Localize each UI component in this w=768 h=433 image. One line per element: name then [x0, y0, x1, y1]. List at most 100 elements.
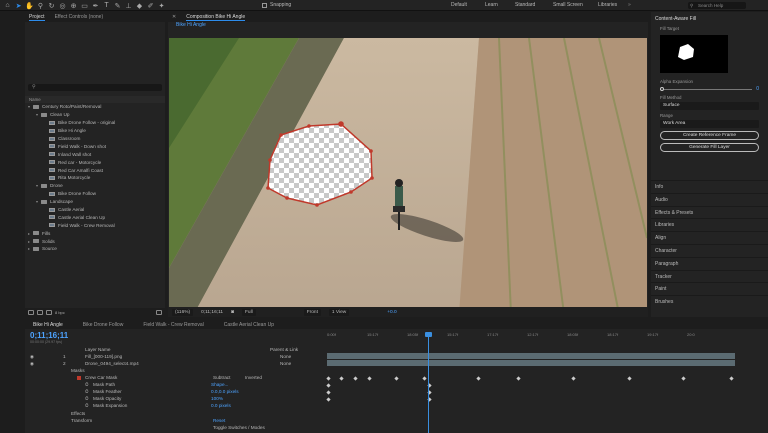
- range-select[interactable]: Work Area: [660, 120, 759, 128]
- rotate-tool-icon[interactable]: ↻: [47, 1, 56, 10]
- project-comp-item[interactable]: Inland Wall shot: [25, 150, 165, 158]
- project-comp-item[interactable]: Castle Aerial: [25, 206, 165, 214]
- visibility-icon[interactable]: ◉: [30, 361, 34, 367]
- project-comp-item[interactable]: Red car - Motorcycle: [25, 158, 165, 166]
- bit-depth-label[interactable]: 8 bpc: [55, 310, 65, 315]
- project-comp-item[interactable]: Bike Hi Angle: [25, 127, 165, 135]
- keyframe[interactable]: [339, 376, 344, 381]
- mask-color-swatch[interactable]: [77, 376, 81, 380]
- zoom-dropdown[interactable]: (116%): [172, 308, 194, 316]
- alpha-expansion-value[interactable]: 0: [756, 86, 759, 92]
- panel-brushes[interactable]: Brushes: [651, 295, 768, 308]
- puppet-tool-icon[interactable]: ✦: [157, 1, 166, 10]
- mask-property-row[interactable]: ⏱ Mask Path Shape...: [25, 382, 325, 389]
- layer-row-1[interactable]: ◉ 1 Fill_[000-119].png None: [25, 354, 325, 361]
- trash-icon[interactable]: [156, 310, 162, 315]
- timeline-tab-field-walk[interactable]: Field Walk - Crew Removal: [143, 322, 203, 328]
- effects-row[interactable]: Effects: [25, 411, 325, 418]
- keyframe[interactable]: [476, 376, 481, 381]
- zoom-tool-icon[interactable]: ⚲: [36, 1, 45, 10]
- create-reference-frame-button[interactable]: Create Reference Frame: [660, 131, 759, 140]
- rectangle-tool-icon[interactable]: ▭: [80, 1, 89, 10]
- alpha-expansion-slider[interactable]: [660, 86, 753, 91]
- stopwatch-icon[interactable]: ⏱: [85, 389, 89, 394]
- view-dropdown[interactable]: Front: [303, 308, 321, 316]
- keyframe[interactable]: [422, 376, 427, 381]
- layer-1-bar[interactable]: [327, 353, 735, 359]
- clone-stamp-tool-icon[interactable]: ⊥: [124, 1, 133, 10]
- workspace-default[interactable]: Default: [451, 2, 467, 8]
- selection-tool-icon[interactable]: ➤: [14, 1, 23, 10]
- pan-behind-tool-icon[interactable]: ⊕: [69, 1, 78, 10]
- mask-property-value[interactable]: 100%: [211, 396, 223, 401]
- keyframe[interactable]: [326, 383, 331, 388]
- panel-tracker[interactable]: Tracker: [651, 269, 768, 283]
- mask-property-value[interactable]: Shape...: [211, 382, 228, 387]
- keyframe[interactable]: [729, 376, 734, 381]
- layer-row-2[interactable]: ◉ 2 Drone_0494_select4.mp4 None: [25, 361, 325, 368]
- workspace-libraries[interactable]: Libraries: [598, 2, 617, 8]
- views-count-dropdown[interactable]: 1 View: [328, 308, 350, 316]
- timeline-tab-bike-hi-angle[interactable]: Bike Hi Angle: [33, 322, 63, 328]
- tab-project[interactable]: Project: [29, 14, 45, 21]
- keyframe[interactable]: [681, 376, 686, 381]
- comp-subtab-bike-hi-angle[interactable]: Bike Hi Angle: [176, 22, 206, 28]
- mask-row[interactable]: Crew Car Mask Subtract Inverted: [25, 375, 325, 382]
- transform-row[interactable]: Transform Reset: [25, 418, 325, 425]
- hand-tool-icon[interactable]: ✋: [25, 1, 34, 10]
- keyframe[interactable]: [367, 376, 372, 381]
- pen-tool-icon[interactable]: ✒: [91, 1, 100, 10]
- layer-1-name[interactable]: Fill_[000-119].png: [85, 354, 122, 359]
- panel-audio[interactable]: Audio: [651, 192, 768, 206]
- home-icon[interactable]: ⌂: [3, 1, 12, 10]
- snapping-checkbox[interactable]: [262, 2, 267, 8]
- current-time[interactable]: 0;11;16;11: [201, 310, 223, 315]
- keyframe[interactable]: [326, 397, 331, 402]
- mask-property-row[interactable]: ⏱ Mask Expansion 0.0 pixels: [25, 403, 325, 410]
- toggle-switches-modes[interactable]: Toggle Switches / Modes: [213, 425, 265, 430]
- interpret-footage-icon[interactable]: [28, 310, 34, 315]
- project-comp-item[interactable]: Classroom: [25, 135, 165, 143]
- mask-property-row[interactable]: ⏱ Mask Feather 0.0,0.0 pixels: [25, 389, 325, 396]
- layer-2-parent[interactable]: None: [280, 361, 291, 366]
- project-comp-item[interactable]: Castle Aerial Clean Up: [25, 213, 165, 221]
- keyframe[interactable]: [516, 376, 521, 381]
- close-tab-icon[interactable]: ✕: [172, 14, 176, 20]
- panel-character[interactable]: Character: [651, 243, 768, 257]
- help-search-input[interactable]: ⚲ Search Help: [688, 2, 746, 9]
- mask-property-value[interactable]: 0.0,0.0 pixels: [211, 389, 239, 394]
- new-composition-icon[interactable]: [46, 310, 52, 315]
- fill-method-select[interactable]: Surface: [660, 102, 759, 110]
- stopwatch-icon[interactable]: ⏱: [85, 396, 89, 401]
- visibility-icon[interactable]: ◉: [30, 354, 34, 360]
- keyframe[interactable]: [326, 376, 331, 381]
- mask-inverted-label[interactable]: Inverted: [245, 375, 262, 380]
- more-workspaces-icon[interactable]: »: [628, 2, 631, 8]
- project-folder[interactable]: ▾ Drone: [25, 182, 165, 190]
- layer-1-parent[interactable]: None: [280, 354, 291, 359]
- brush-tool-icon[interactable]: ✎: [113, 1, 122, 10]
- workspace-standard[interactable]: Standard: [515, 2, 535, 8]
- panel-align[interactable]: Align: [651, 231, 768, 244]
- layer-2-bar[interactable]: [327, 360, 735, 366]
- mask-name[interactable]: Crew Car Mask: [85, 375, 117, 380]
- project-comp-item[interactable]: Bike Drone Follow: [25, 190, 165, 198]
- stopwatch-icon[interactable]: ⏱: [85, 403, 89, 408]
- transform-reset-link[interactable]: Reset: [213, 418, 225, 423]
- generate-fill-layer-button[interactable]: Generate Fill Layer: [660, 143, 759, 152]
- tab-effect-controls[interactable]: Effect Controls (none): [55, 14, 104, 20]
- mask-mode-dropdown[interactable]: Subtract: [213, 375, 230, 380]
- project-comp-item[interactable]: Rita Motorcycle: [25, 174, 165, 182]
- timeline-timecode[interactable]: 0;11;16;11: [30, 331, 68, 340]
- timeline-tab-castle-aerial[interactable]: Castle Aerial Clean Up: [224, 322, 274, 328]
- eraser-tool-icon[interactable]: ◆: [135, 1, 144, 10]
- project-folder[interactable]: ▸ Source: [25, 245, 165, 253]
- roto-brush-tool-icon[interactable]: ✐: [146, 1, 155, 10]
- mask-property-value[interactable]: 0.0 pixels: [211, 403, 231, 408]
- panel-paragraph[interactable]: Paragraph: [651, 256, 768, 270]
- panel-info[interactable]: Info: [651, 180, 768, 193]
- layer-2-name[interactable]: Drone_0494_select4.mp4: [85, 361, 139, 366]
- keyframe[interactable]: [326, 390, 331, 395]
- keyframe[interactable]: [627, 376, 632, 381]
- project-folder[interactable]: ▾ Clean Up: [25, 111, 165, 119]
